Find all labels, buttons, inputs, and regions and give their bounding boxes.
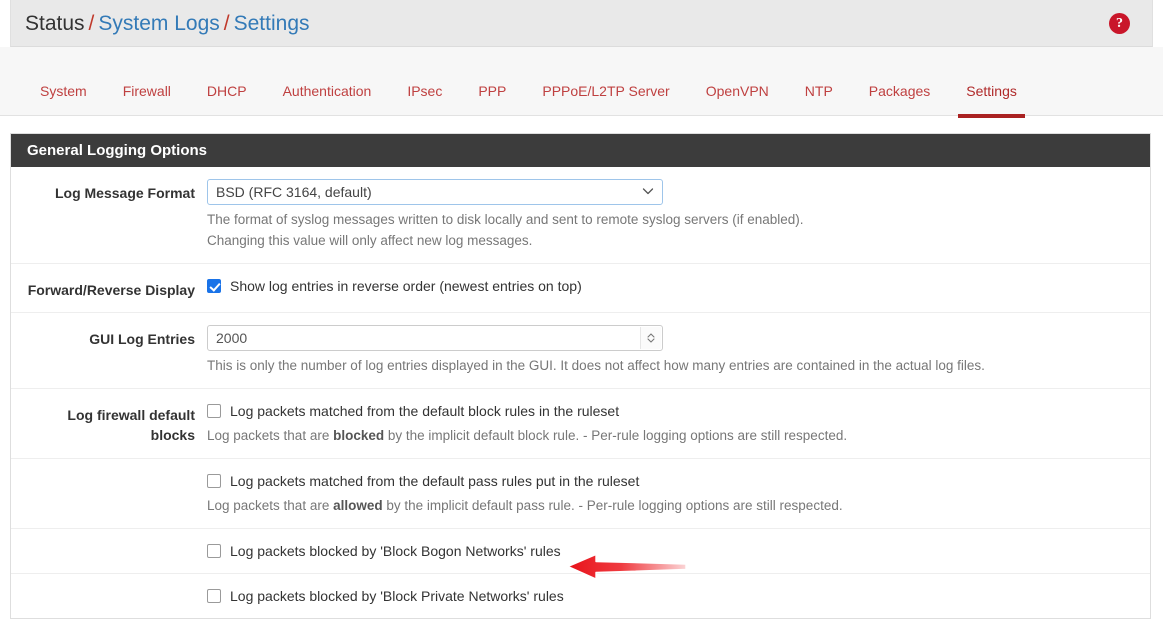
tab-firewall[interactable]: Firewall bbox=[105, 47, 189, 99]
row-block-private-networks: Log packets blocked by 'Block Private Ne… bbox=[11, 574, 1150, 618]
block-private-networks-checkbox[interactable] bbox=[207, 589, 221, 603]
breadcrumb-root: Status bbox=[25, 11, 85, 35]
tab-ppp[interactable]: PPP bbox=[460, 47, 524, 99]
row-forward-reverse-display: Forward/Reverse Display Show log entries… bbox=[11, 264, 1150, 313]
help-gui-log-entries: This is only the number of log entries d… bbox=[207, 358, 985, 373]
field-log-message-format: BSD (RFC 3164, default) The format of sy… bbox=[207, 179, 1150, 251]
breadcrumb-separator-2: / bbox=[223, 11, 230, 35]
reverse-order-check-line: Show log entries in reverse order (newes… bbox=[207, 276, 1136, 296]
tab-label: DHCP bbox=[206, 83, 247, 99]
breadcrumb-link-settings[interactable]: Settings bbox=[234, 12, 310, 35]
tab-settings[interactable]: Settings bbox=[948, 47, 1035, 118]
breadcrumb: Status / System Logs / Settings bbox=[25, 13, 310, 34]
default-pass-rules-checkbox[interactable] bbox=[207, 474, 221, 488]
default-block-check-line: Log packets matched from the default blo… bbox=[207, 401, 1136, 421]
help-default-block-pre: Log packets that are bbox=[207, 428, 334, 443]
breadcrumb-bar: Status / System Logs / Settings ? bbox=[10, 0, 1153, 47]
tab-bar: System Firewall DHCP Authentication IPsec PPP… bbox=[0, 47, 1163, 118]
tab-label: System bbox=[40, 83, 87, 99]
field-default-pass-rules: Log packets matched from the default pas… bbox=[207, 471, 1150, 516]
gui-log-entries-value: 2000 bbox=[216, 330, 248, 346]
breadcrumb-link-system-logs[interactable]: System Logs bbox=[98, 12, 219, 35]
field-default-block-rules: Log packets matched from the default blo… bbox=[207, 401, 1150, 446]
tab-ntp[interactable]: NTP bbox=[787, 47, 851, 99]
block-bogon-networks-label[interactable]: Log packets blocked by 'Block Bogon Netw… bbox=[230, 541, 561, 561]
tab-authentication[interactable]: Authentication bbox=[265, 47, 390, 99]
field-block-bogon-networks: Log packets blocked by 'Block Bogon Netw… bbox=[207, 541, 1150, 561]
tab-dhcp[interactable]: DHCP bbox=[189, 47, 265, 99]
general-logging-options-panel: General Logging Options Log Message Form… bbox=[10, 133, 1151, 619]
help-log-message-format-line2: Changing this value will only affect new… bbox=[207, 233, 533, 248]
help-default-pass-rules: Log packets that are allowed by the impl… bbox=[207, 491, 1136, 516]
help-default-pass-post: by the implicit default pass rule. - Per… bbox=[382, 498, 843, 513]
default-block-rules-label[interactable]: Log packets matched from the default blo… bbox=[230, 401, 619, 421]
row-log-firewall-default-blocks: Log firewall default blocks Log packets … bbox=[11, 389, 1150, 459]
default-pass-check-line: Log packets matched from the default pas… bbox=[207, 471, 1136, 491]
tab-list: System Firewall DHCP Authentication IPsec PPP… bbox=[0, 47, 1163, 118]
log-message-format-value: BSD (RFC 3164, default) bbox=[216, 184, 372, 200]
tab-label: NTP bbox=[804, 83, 833, 99]
panel-title: General Logging Options bbox=[11, 134, 1150, 167]
help-default-pass-bold: allowed bbox=[333, 498, 383, 513]
panel-body: Log Message Format BSD (RFC 3164, defaul… bbox=[11, 167, 1150, 618]
help-log-message-format: The format of syslog messages written to… bbox=[207, 205, 1136, 251]
help-log-message-format-line1: The format of syslog messages written to… bbox=[207, 212, 804, 227]
tab-active-underline bbox=[958, 114, 1025, 118]
tab-label: Authentication bbox=[282, 83, 372, 99]
block-bogon-check-line: Log packets blocked by 'Block Bogon Netw… bbox=[207, 541, 1136, 561]
row-log-firewall-default-pass: Log packets matched from the default pas… bbox=[11, 459, 1150, 529]
field-gui-log-entries: 2000 This is only the number of log entr… bbox=[207, 325, 1150, 376]
label-log-message-format: Log Message Format bbox=[54, 185, 195, 201]
help-default-block-post: by the implicit default block rule. - Pe… bbox=[384, 428, 848, 443]
default-pass-rules-label[interactable]: Log packets matched from the default pas… bbox=[230, 471, 639, 491]
tab-system[interactable]: System bbox=[22, 47, 105, 99]
field-forward-reverse-display: Show log entries in reverse order (newes… bbox=[207, 276, 1150, 300]
tab-openvpn[interactable]: OpenVPN bbox=[688, 47, 787, 99]
label-log-firewall-default-blocks: Log firewall default blocks bbox=[11, 401, 207, 446]
tab-label: PPPoE/L2TP Server bbox=[542, 83, 670, 99]
row-gui-log-entries: GUI Log Entries 2000 This is only the nu… bbox=[11, 313, 1150, 389]
label-forward-reverse-display: Forward/Reverse Display bbox=[27, 282, 195, 298]
tab-pppoe-l2tp-server[interactable]: PPPoE/L2TP Server bbox=[524, 47, 687, 99]
tab-packages[interactable]: Packages bbox=[851, 47, 948, 99]
page-root: Status / System Logs / Settings ? System Fire… bbox=[0, 0, 1163, 619]
tab-label: Firewall bbox=[122, 83, 171, 99]
block-private-networks-label[interactable]: Log packets blocked by 'Block Private Ne… bbox=[230, 586, 564, 606]
help-default-block-rules: Log packets that are blocked by the impl… bbox=[207, 421, 1136, 446]
tab-ipsec[interactable]: IPsec bbox=[389, 47, 460, 99]
help-icon-wrapper: ? bbox=[1109, 13, 1130, 34]
block-private-check-line: Log packets blocked by 'Block Private Ne… bbox=[207, 586, 1136, 606]
label-default-pass-spacer bbox=[11, 471, 207, 516]
gui-log-entries-input[interactable]: 2000 bbox=[207, 325, 663, 351]
reverse-order-label[interactable]: Show log entries in reverse order (newes… bbox=[230, 276, 582, 296]
label-default-blocks-line2: blocks bbox=[150, 427, 195, 443]
label-default-blocks-line1: Log firewall default bbox=[67, 407, 195, 423]
tab-label: Settings bbox=[966, 83, 1017, 99]
tab-label: PPP bbox=[478, 83, 507, 99]
log-message-format-select[interactable]: BSD (RFC 3164, default) bbox=[207, 179, 663, 205]
field-block-private-networks: Log packets blocked by 'Block Private Ne… bbox=[207, 586, 1150, 606]
breadcrumb-separator-1: / bbox=[88, 11, 95, 35]
label-gui-log-entries: GUI Log Entries bbox=[89, 331, 195, 347]
tab-label: OpenVPN bbox=[705, 83, 769, 99]
row-log-message-format: Log Message Format BSD (RFC 3164, defaul… bbox=[11, 167, 1150, 264]
label-block-private-spacer bbox=[11, 586, 207, 606]
block-bogon-networks-checkbox[interactable] bbox=[207, 544, 221, 558]
gui-log-entries-stepper[interactable] bbox=[640, 327, 661, 349]
row-block-bogon-networks: Log packets blocked by 'Block Bogon Netw… bbox=[11, 529, 1150, 574]
chevron-down-icon bbox=[642, 185, 654, 197]
help-icon[interactable]: ? bbox=[1109, 13, 1130, 34]
help-default-pass-pre: Log packets that are bbox=[207, 498, 334, 513]
reverse-order-checkbox[interactable] bbox=[207, 279, 221, 293]
tab-label: IPsec bbox=[407, 83, 443, 99]
tab-label: Packages bbox=[868, 83, 931, 99]
help-default-block-bold: blocked bbox=[333, 428, 385, 443]
default-block-rules-checkbox[interactable] bbox=[207, 404, 221, 418]
label-block-bogon-spacer bbox=[11, 541, 207, 561]
